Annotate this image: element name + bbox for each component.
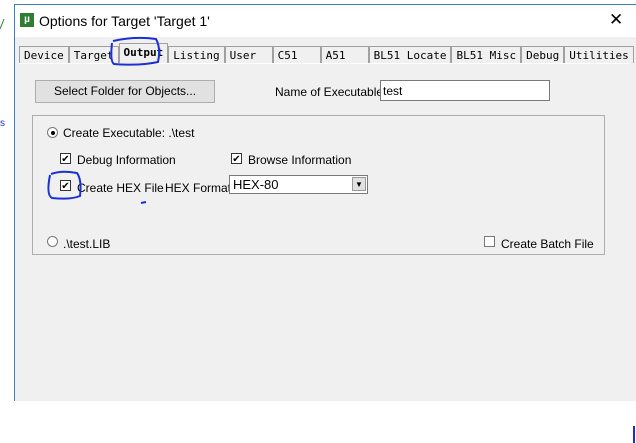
annotation-circle-hex-checkbox [47, 170, 82, 200]
background-text-fragment: s [0, 118, 5, 129]
annotation-circle-output-tab [110, 36, 161, 66]
annotation-overlay: s [0, 18, 635, 443]
background-mark [0, 18, 5, 30]
annotation-mark [140, 201, 147, 204]
